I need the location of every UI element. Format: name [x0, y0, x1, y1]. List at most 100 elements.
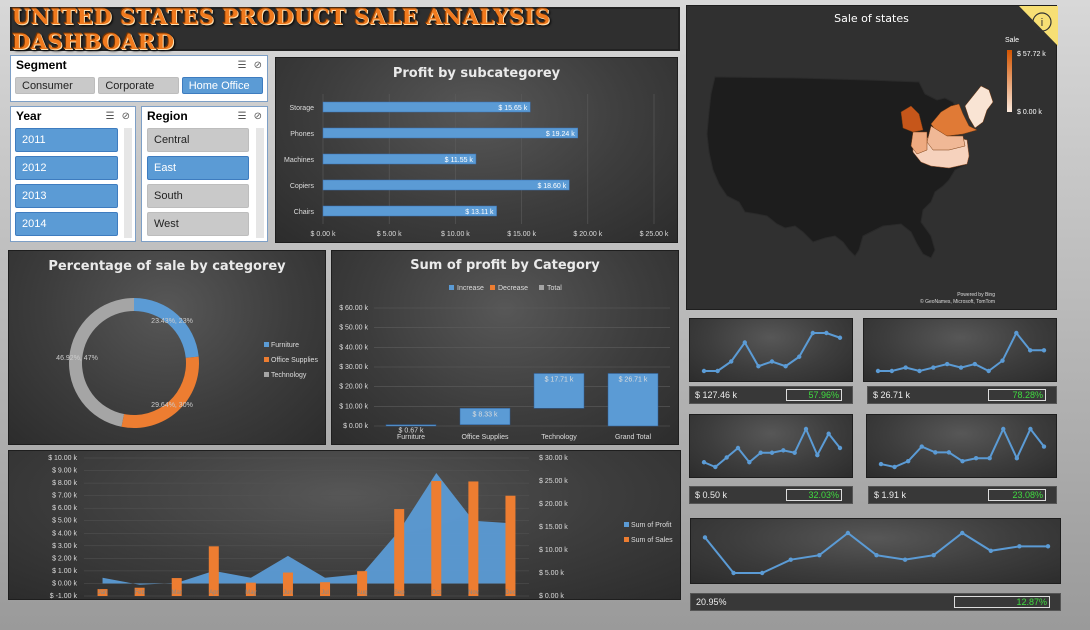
dashboard-title-bar: UNITED STATES PRODUCT SALE ANALYSIS DASH… — [10, 4, 680, 54]
sparkline-5 — [702, 530, 1051, 576]
x-category-label: Mar — [172, 590, 182, 596]
x-category-label: Office Supplies — [462, 434, 509, 441]
sparkline-point — [810, 330, 815, 336]
y-tick-label: $ 30.00 k — [339, 364, 368, 371]
sparkline-point — [803, 426, 809, 432]
year-2013[interactable]: 2013 — [15, 184, 118, 208]
x-category-label: Jul — [321, 590, 329, 596]
sparkline-panel-2 — [863, 318, 1057, 382]
sparkline-point — [972, 361, 978, 367]
sparkline-point — [1027, 348, 1033, 353]
map-credit-geonames: © GeoNames, Microsoft, TomTom — [920, 298, 995, 305]
map-credit-bing: Powered by Bing — [957, 292, 995, 298]
sparkline-point — [917, 368, 922, 374]
bar-data-label: $ 26.71 k — [619, 376, 648, 383]
legend-swatch — [264, 372, 269, 377]
y-left-tick-label: $ 3.00 k — [52, 543, 77, 550]
multi-select-icon[interactable]: ☰ — [238, 60, 247, 71]
kpi-3-percent: 32.03% — [786, 489, 842, 501]
legend-label: Furniture — [271, 342, 299, 349]
clear-filter-icon[interactable]: ⊘ — [254, 60, 262, 71]
region-east[interactable]: East — [147, 156, 249, 180]
us-mainland-shape — [706, 76, 970, 259]
bar-data-label: $ 11.55 k — [445, 157, 474, 164]
segment-consumer[interactable]: Consumer — [15, 77, 96, 94]
region-slicer-title: Region — [147, 109, 188, 123]
sparkline-point — [958, 365, 964, 370]
x-category-label: Apr — [209, 590, 218, 596]
segment-home-office[interactable]: Home Office — [181, 77, 264, 94]
year-2014[interactable]: 2014 — [15, 212, 118, 236]
sparkline-point — [701, 368, 707, 374]
sparkline-point — [759, 570, 765, 576]
region-south[interactable]: South — [147, 184, 249, 208]
sale-by-category-panel: Percentage of sale by categorey 23.43%, … — [8, 250, 326, 445]
profit-by-subcategory-chart: $ 0.00 k $ 5.00 k $ 10.00 k $ 15.00 k $ 20.0… — [284, 94, 669, 238]
x-tick-label: $ 15.00 k — [507, 231, 536, 238]
year-slicer-scrollbar[interactable] — [124, 128, 132, 238]
y-category-label: Copiers — [290, 183, 315, 190]
clear-filter-icon[interactable]: ⊘ — [254, 111, 262, 122]
sparkline-point — [892, 464, 897, 470]
year-2011[interactable]: 2011 — [15, 128, 118, 152]
sparkline-panel-1 — [689, 318, 853, 382]
region-central[interactable]: Central — [147, 128, 249, 152]
sparkline-point — [742, 340, 747, 345]
y-left-tick-label: $ 4.00 k — [52, 530, 77, 537]
x-tick-label: $ 20.00 k — [573, 231, 602, 238]
legend-label: Total — [547, 285, 562, 292]
sparkline-point — [931, 553, 936, 558]
dashboard-title: UNITED STATES PRODUCT SALE ANALYSIS DASH… — [12, 4, 551, 54]
sparkline-point — [702, 535, 708, 540]
x-category-label: Sep — [394, 590, 405, 596]
sparkline-point — [919, 444, 924, 449]
x-category-label: Technology — [541, 434, 577, 441]
sparkline-panel-5 — [690, 518, 1061, 584]
year-slicer: Year ☰ ⊘ 2011 2012 2013 2014 — [10, 106, 136, 242]
y-right-tick-label: $ 5.00 k — [539, 570, 564, 577]
sparkline-panel-4 — [866, 414, 1057, 478]
sparkline-point — [933, 450, 938, 455]
y-left-tick-label: $ 1.00 k — [52, 568, 77, 575]
sparkline-point — [973, 456, 979, 461]
svg-text:i: i — [1041, 17, 1043, 29]
multi-select-icon[interactable]: ☰ — [106, 111, 115, 122]
clear-filter-icon[interactable]: ⊘ — [122, 111, 130, 122]
kpi-2-value: $ 26.71 k — [873, 390, 911, 400]
region-west[interactable]: West — [147, 212, 249, 236]
x-category-label: Aug — [357, 590, 368, 596]
y-left-tick-label: $ 9.00 k — [52, 468, 77, 475]
sparkline-panel-3 — [689, 414, 853, 478]
kpi-2: $ 26.71 k 78.28% — [867, 386, 1057, 404]
region-slicer-scrollbar[interactable] — [256, 128, 264, 238]
sales-bar — [468, 481, 479, 596]
y-right-tick-label: $ 30.00 k — [539, 455, 568, 462]
sparkline-4 — [878, 426, 1047, 470]
sparkline-point — [845, 530, 851, 536]
sparkline-point — [769, 450, 775, 455]
multi-select-icon[interactable]: ☰ — [238, 111, 247, 122]
sparkline-point — [715, 368, 720, 374]
sparkline-point — [731, 570, 736, 576]
sparkline-point — [783, 364, 788, 369]
bar-data-label: $ 19.24 k — [546, 131, 575, 138]
year-2012[interactable]: 2012 — [15, 156, 118, 180]
sparkline-point — [1045, 544, 1051, 549]
region-slicer: Region ☰ ⊘ Central East South West — [141, 106, 268, 242]
kpi-5-value: 20.95% — [696, 597, 727, 607]
sparkline-point — [874, 553, 879, 558]
sales-bar — [208, 546, 219, 596]
sparkline-point — [875, 368, 881, 374]
y-tick-label: $ 20.00 k — [339, 384, 368, 391]
segment-corporate[interactable]: Corporate — [98, 77, 179, 94]
sparkline-point — [931, 365, 936, 370]
y-right-tick-label: $ 10.00 k — [539, 547, 568, 554]
y-tick-label: $ 60.00 k — [339, 305, 368, 312]
map-legend-min: $ 0.00 k — [1017, 109, 1042, 116]
sparkline-point — [1014, 456, 1020, 461]
sparkline-point — [792, 450, 797, 455]
bar-data-label: $ 15.65 k — [498, 105, 527, 112]
kpi-1-percent: 57.96% — [786, 389, 842, 401]
y-left-tick-label: $ 10.00 k — [48, 455, 77, 462]
legend-swatch — [624, 522, 629, 527]
